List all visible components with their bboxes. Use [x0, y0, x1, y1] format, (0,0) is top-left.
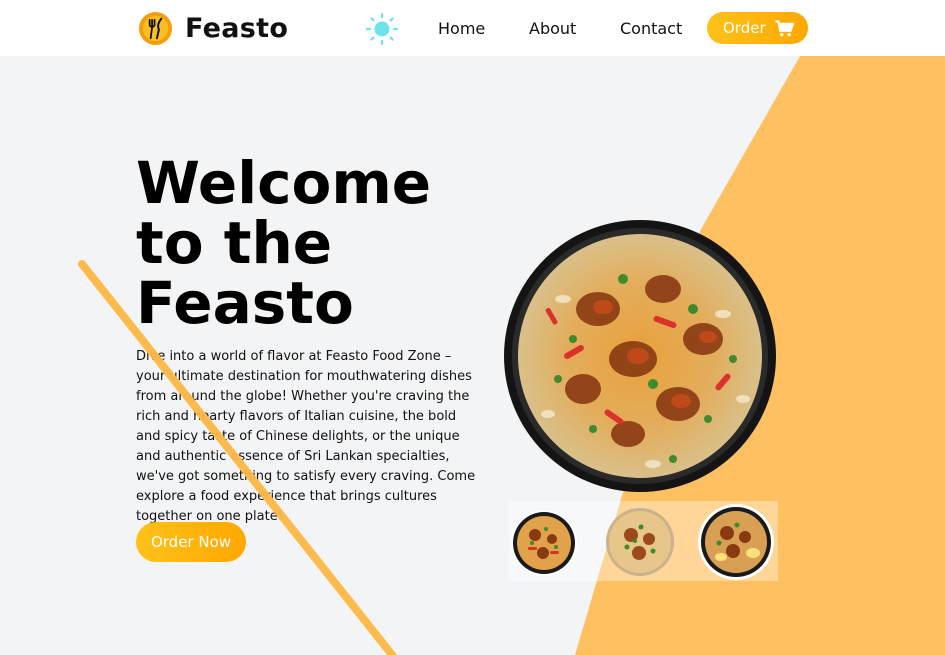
cart-icon — [775, 19, 794, 36]
logo-fork-knife-icon — [138, 11, 173, 46]
hero-description: Dive into a world of flavor at Feasto Fo… — [136, 349, 476, 524]
nav-order-label: Order — [723, 19, 766, 37]
nav-contact-link[interactable]: Contact — [620, 19, 682, 38]
dish-thumbnail-3[interactable] — [697, 503, 775, 581]
hero-title: Welcome to the Feasto — [136, 153, 431, 333]
main-dish-image — [504, 220, 776, 492]
nav-home-link[interactable]: Home — [438, 19, 485, 38]
dish-thumbnail-1[interactable] — [510, 509, 578, 577]
nav-about-link[interactable]: About — [529, 19, 576, 38]
brand-logo[interactable]: Feasto — [138, 11, 288, 46]
hero-title-line-2: to the — [136, 209, 333, 277]
order-now-button[interactable]: Order Now — [136, 522, 246, 562]
brand-name: Feasto — [185, 13, 289, 44]
navbar: Feasto Home About Contact Order — [0, 0, 945, 56]
sun-icon[interactable] — [365, 12, 399, 46]
hero-title-line-3: Feasto — [136, 269, 354, 337]
nav-order-button[interactable]: Order — [707, 12, 808, 44]
dish-thumbnail-2[interactable] — [605, 507, 675, 577]
hero-title-line-1: Welcome — [136, 149, 432, 217]
